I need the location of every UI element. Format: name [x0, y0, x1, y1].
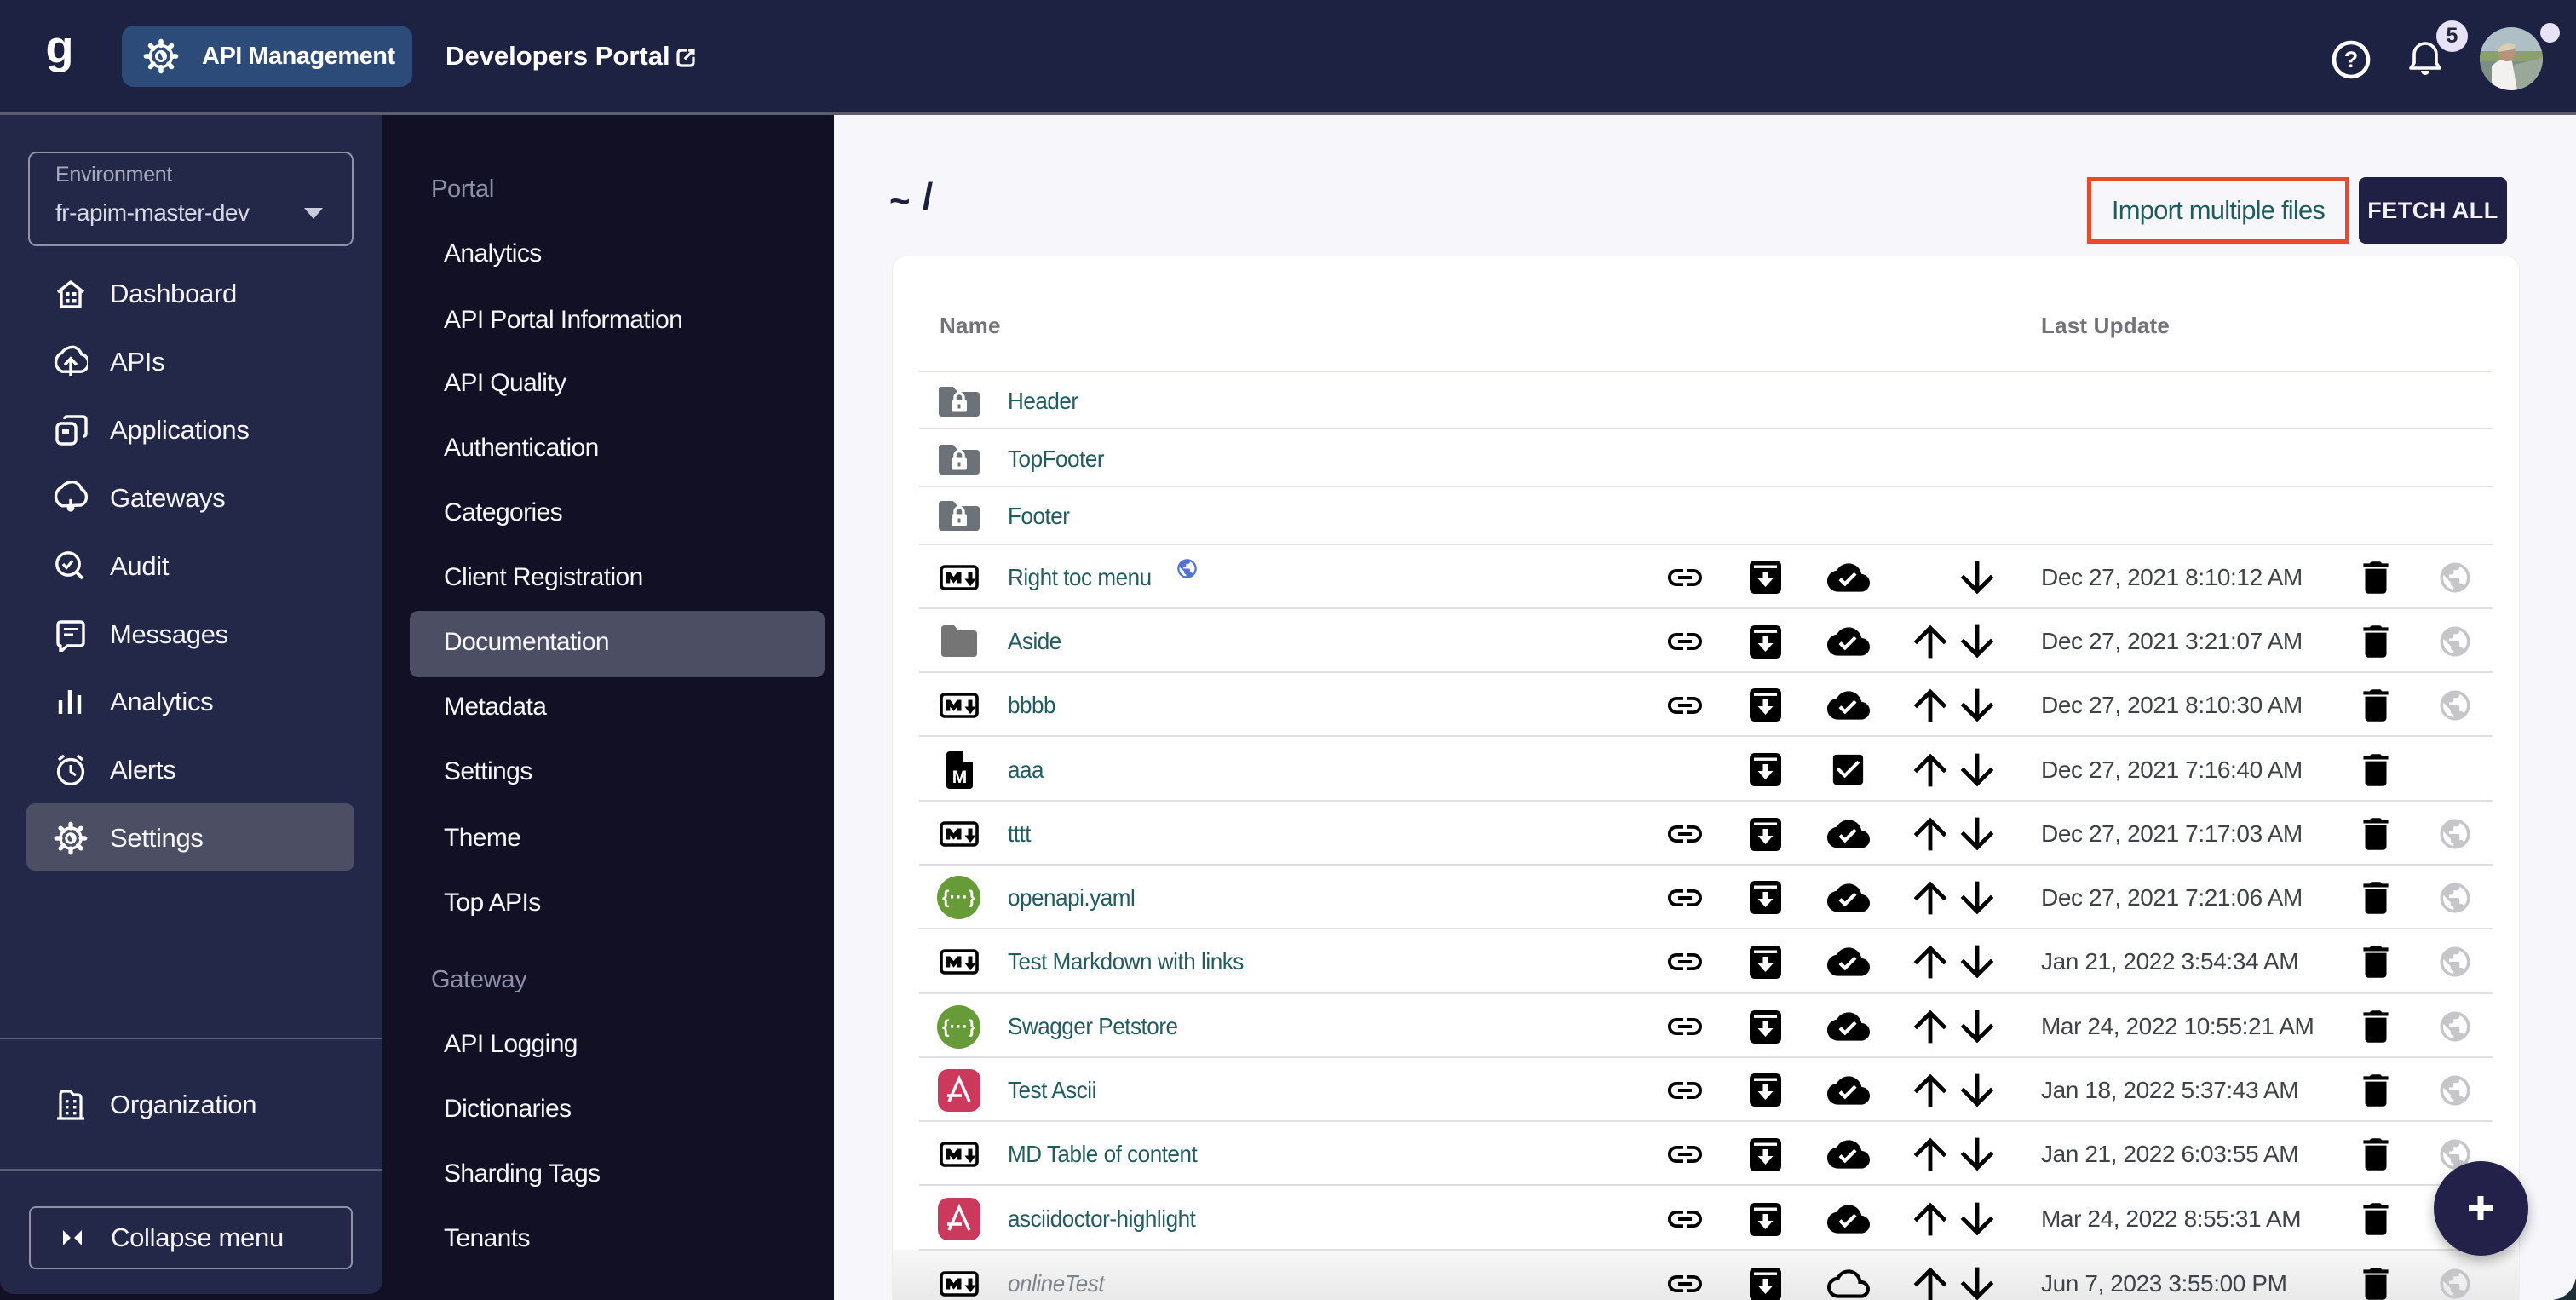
svg-text:M: M: [952, 768, 968, 787]
svg-text:{···}: {···}: [942, 887, 976, 908]
svg-text:{···}: {···}: [942, 1016, 976, 1038]
